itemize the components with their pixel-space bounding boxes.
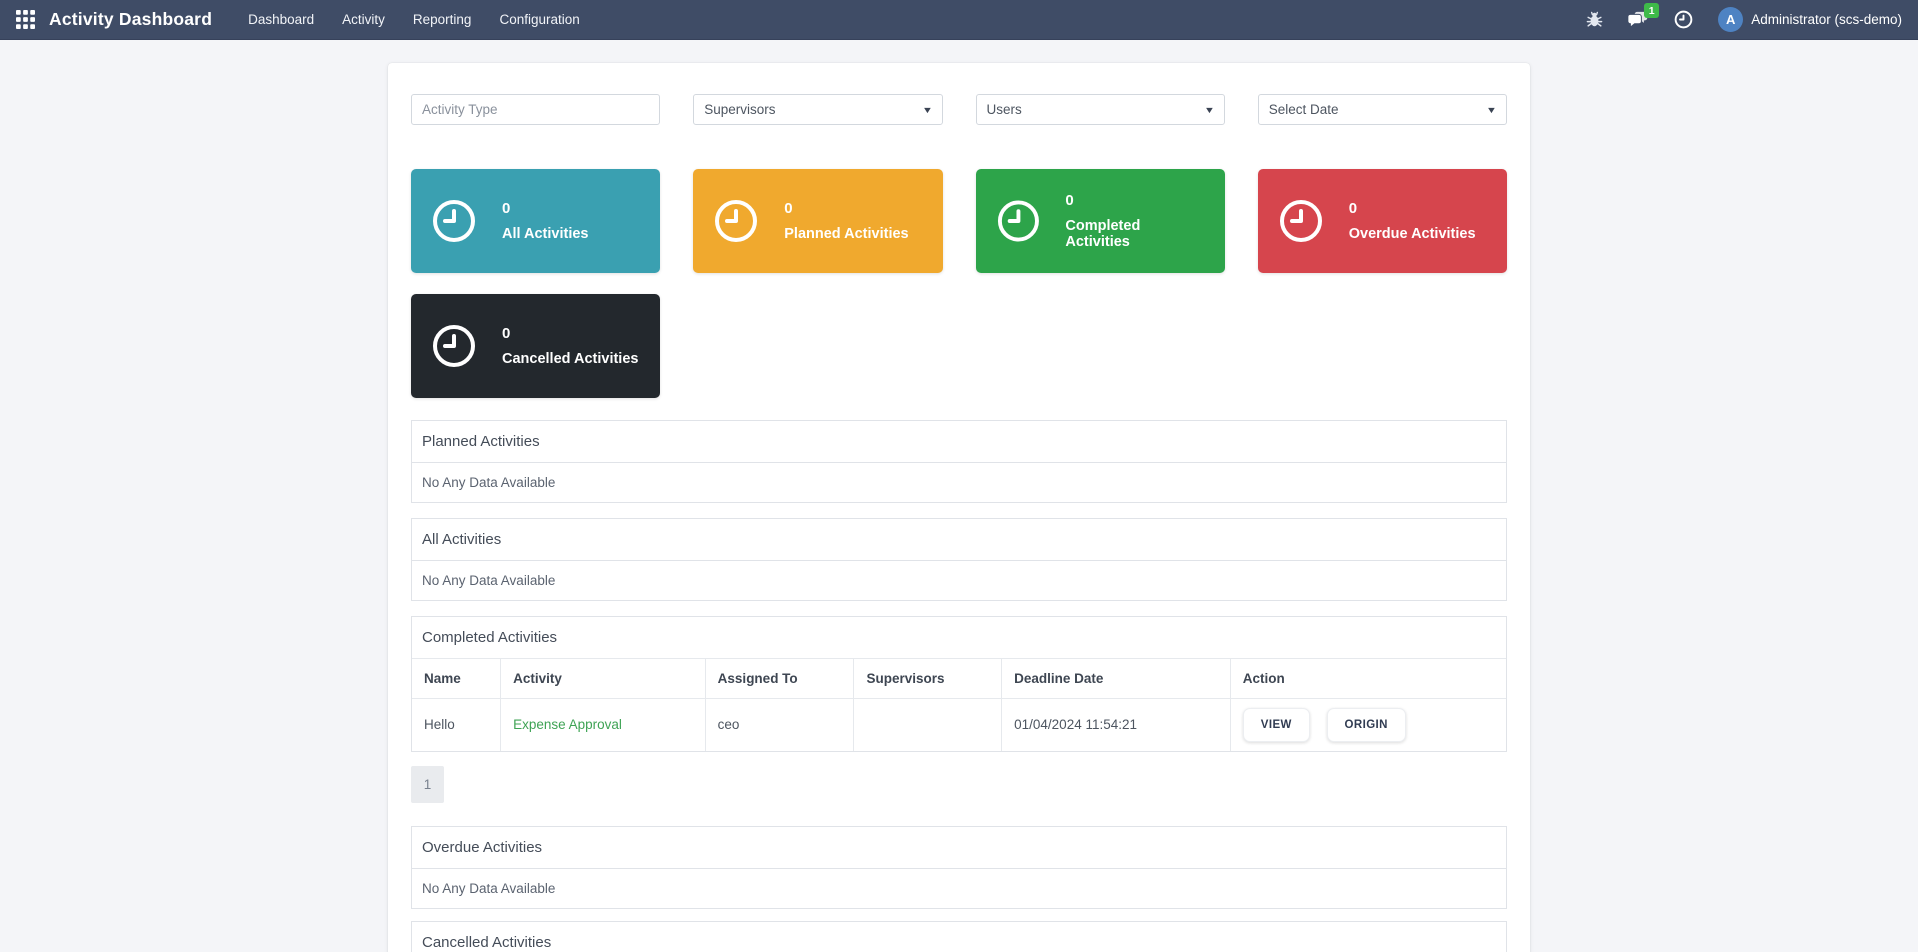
date-select-value: Select Date bbox=[1269, 102, 1339, 117]
cell-activity: Expense Approval bbox=[501, 699, 706, 751]
cell-supervisors bbox=[854, 699, 1002, 751]
pagination: 1 bbox=[411, 766, 1507, 803]
stat-label: Completed Activities bbox=[1065, 218, 1204, 250]
completed-activities-section: Completed Activities Name Activity Assig… bbox=[411, 616, 1507, 752]
stat-count: 0 bbox=[1065, 192, 1204, 209]
stat-card-all-activities: 0 All Activities bbox=[411, 169, 660, 273]
stat-card-overdue-activities: 0 Overdue Activities bbox=[1258, 169, 1507, 273]
chevron-down-icon: ▼ bbox=[1204, 105, 1215, 115]
stat-label: Cancelled Activities bbox=[502, 351, 638, 367]
overdue-activities-section: Overdue Activities No Any Data Available bbox=[411, 826, 1507, 909]
planned-activities-section: Planned Activities No Any Data Available bbox=[411, 420, 1507, 503]
cell-assigned-to: ceo bbox=[705, 699, 854, 751]
nav-item-configuration[interactable]: Configuration bbox=[485, 0, 593, 39]
column-header-action: Action bbox=[1230, 659, 1506, 699]
stat-label: All Activities bbox=[502, 226, 589, 242]
app-grid-icon[interactable] bbox=[16, 10, 35, 29]
stat-card-completed-activities: 0 Completed Activities bbox=[976, 169, 1225, 273]
notification-badge: 1 bbox=[1644, 3, 1659, 18]
avatar: A bbox=[1718, 7, 1743, 32]
chevron-down-icon: ▼ bbox=[1486, 105, 1497, 115]
users-select-value: Users bbox=[987, 102, 1022, 117]
pagination-page-1[interactable]: 1 bbox=[411, 766, 444, 803]
stat-label: Overdue Activities bbox=[1349, 226, 1476, 242]
date-select[interactable]: Select Date ▼ bbox=[1258, 94, 1507, 125]
chevron-down-icon: ▼ bbox=[921, 105, 932, 115]
messages-icon-button[interactable]: 1 bbox=[1627, 10, 1649, 29]
column-header-supervisors: Supervisors bbox=[854, 659, 1002, 699]
table-header-row: Name Activity Assigned To Supervisors De… bbox=[412, 659, 1506, 699]
column-header-assigned-to: Assigned To bbox=[705, 659, 854, 699]
stat-label: Planned Activities bbox=[784, 226, 908, 242]
stat-count: 0 bbox=[1349, 200, 1476, 217]
section-title: Cancelled Activities bbox=[412, 922, 1506, 952]
page-title: Activity Dashboard bbox=[49, 9, 212, 30]
column-header-deadline-date: Deadline Date bbox=[1002, 659, 1231, 699]
stat-cards-row: 0 All Activities 0 Planned Activities 0 … bbox=[411, 169, 1507, 398]
stat-count: 0 bbox=[502, 325, 638, 342]
clock-icon bbox=[713, 198, 759, 244]
cell-name: Hello bbox=[412, 699, 501, 751]
activity-type-input[interactable] bbox=[411, 94, 660, 125]
users-select[interactable]: Users ▼ bbox=[976, 94, 1225, 125]
section-title: All Activities bbox=[412, 519, 1506, 560]
stat-count: 0 bbox=[784, 200, 908, 217]
nav-item-dashboard[interactable]: Dashboard bbox=[234, 0, 328, 39]
top-navbar: Activity Dashboard Dashboard Activity Re… bbox=[0, 0, 1918, 40]
empty-state-text: No Any Data Available bbox=[412, 560, 1506, 600]
column-header-name: Name bbox=[412, 659, 501, 699]
activity-link[interactable]: Expense Approval bbox=[513, 717, 622, 732]
supervisors-select-value: Supervisors bbox=[704, 102, 775, 117]
nav-item-reporting[interactable]: Reporting bbox=[399, 0, 486, 39]
dashboard-panel: Supervisors ▼ Users ▼ Select Date ▼ 0 Al… bbox=[388, 63, 1530, 952]
all-activities-section: All Activities No Any Data Available bbox=[411, 518, 1507, 601]
empty-state-text: No Any Data Available bbox=[412, 462, 1506, 502]
empty-state-text: No Any Data Available bbox=[412, 868, 1506, 908]
column-header-activity: Activity bbox=[501, 659, 706, 699]
stat-card-planned-activities: 0 Planned Activities bbox=[693, 169, 942, 273]
bug-report-icon[interactable] bbox=[1586, 11, 1603, 28]
clock-icon bbox=[996, 198, 1041, 244]
filters-row: Supervisors ▼ Users ▼ Select Date ▼ bbox=[411, 94, 1507, 125]
cell-deadline-date: 01/04/2024 11:54:21 bbox=[1002, 699, 1231, 751]
history-icon-button[interactable] bbox=[1673, 9, 1694, 30]
section-title: Overdue Activities bbox=[412, 827, 1506, 868]
view-button[interactable]: VIEW bbox=[1243, 708, 1310, 742]
bug-icon bbox=[1586, 11, 1603, 28]
nav-right-icons: 1 A Administrator (scs-demo) bbox=[1586, 7, 1908, 32]
clock-icon bbox=[431, 198, 477, 244]
cell-action: VIEW ORIGIN bbox=[1230, 699, 1506, 751]
clock-icon bbox=[1673, 9, 1694, 30]
origin-button[interactable]: ORIGIN bbox=[1327, 708, 1406, 742]
stat-card-cancelled-activities: 0 Cancelled Activities bbox=[411, 294, 660, 398]
stat-count: 0 bbox=[502, 200, 589, 217]
clock-icon bbox=[431, 323, 477, 369]
nav-item-activity[interactable]: Activity bbox=[328, 0, 399, 39]
user-name: Administrator (scs-demo) bbox=[1751, 12, 1902, 27]
completed-activities-table: Name Activity Assigned To Supervisors De… bbox=[412, 658, 1506, 751]
supervisors-select[interactable]: Supervisors ▼ bbox=[693, 94, 942, 125]
cancelled-activities-section: Cancelled Activities bbox=[411, 921, 1507, 952]
grid-icon bbox=[16, 10, 35, 29]
clock-icon bbox=[1278, 198, 1324, 244]
section-title: Completed Activities bbox=[412, 617, 1506, 658]
table-row: Hello Expense Approval ceo 01/04/2024 11… bbox=[412, 699, 1506, 751]
main-nav: Dashboard Activity Reporting Configurati… bbox=[234, 0, 594, 39]
user-menu[interactable]: A Administrator (scs-demo) bbox=[1718, 7, 1902, 32]
section-title: Planned Activities bbox=[412, 421, 1506, 462]
